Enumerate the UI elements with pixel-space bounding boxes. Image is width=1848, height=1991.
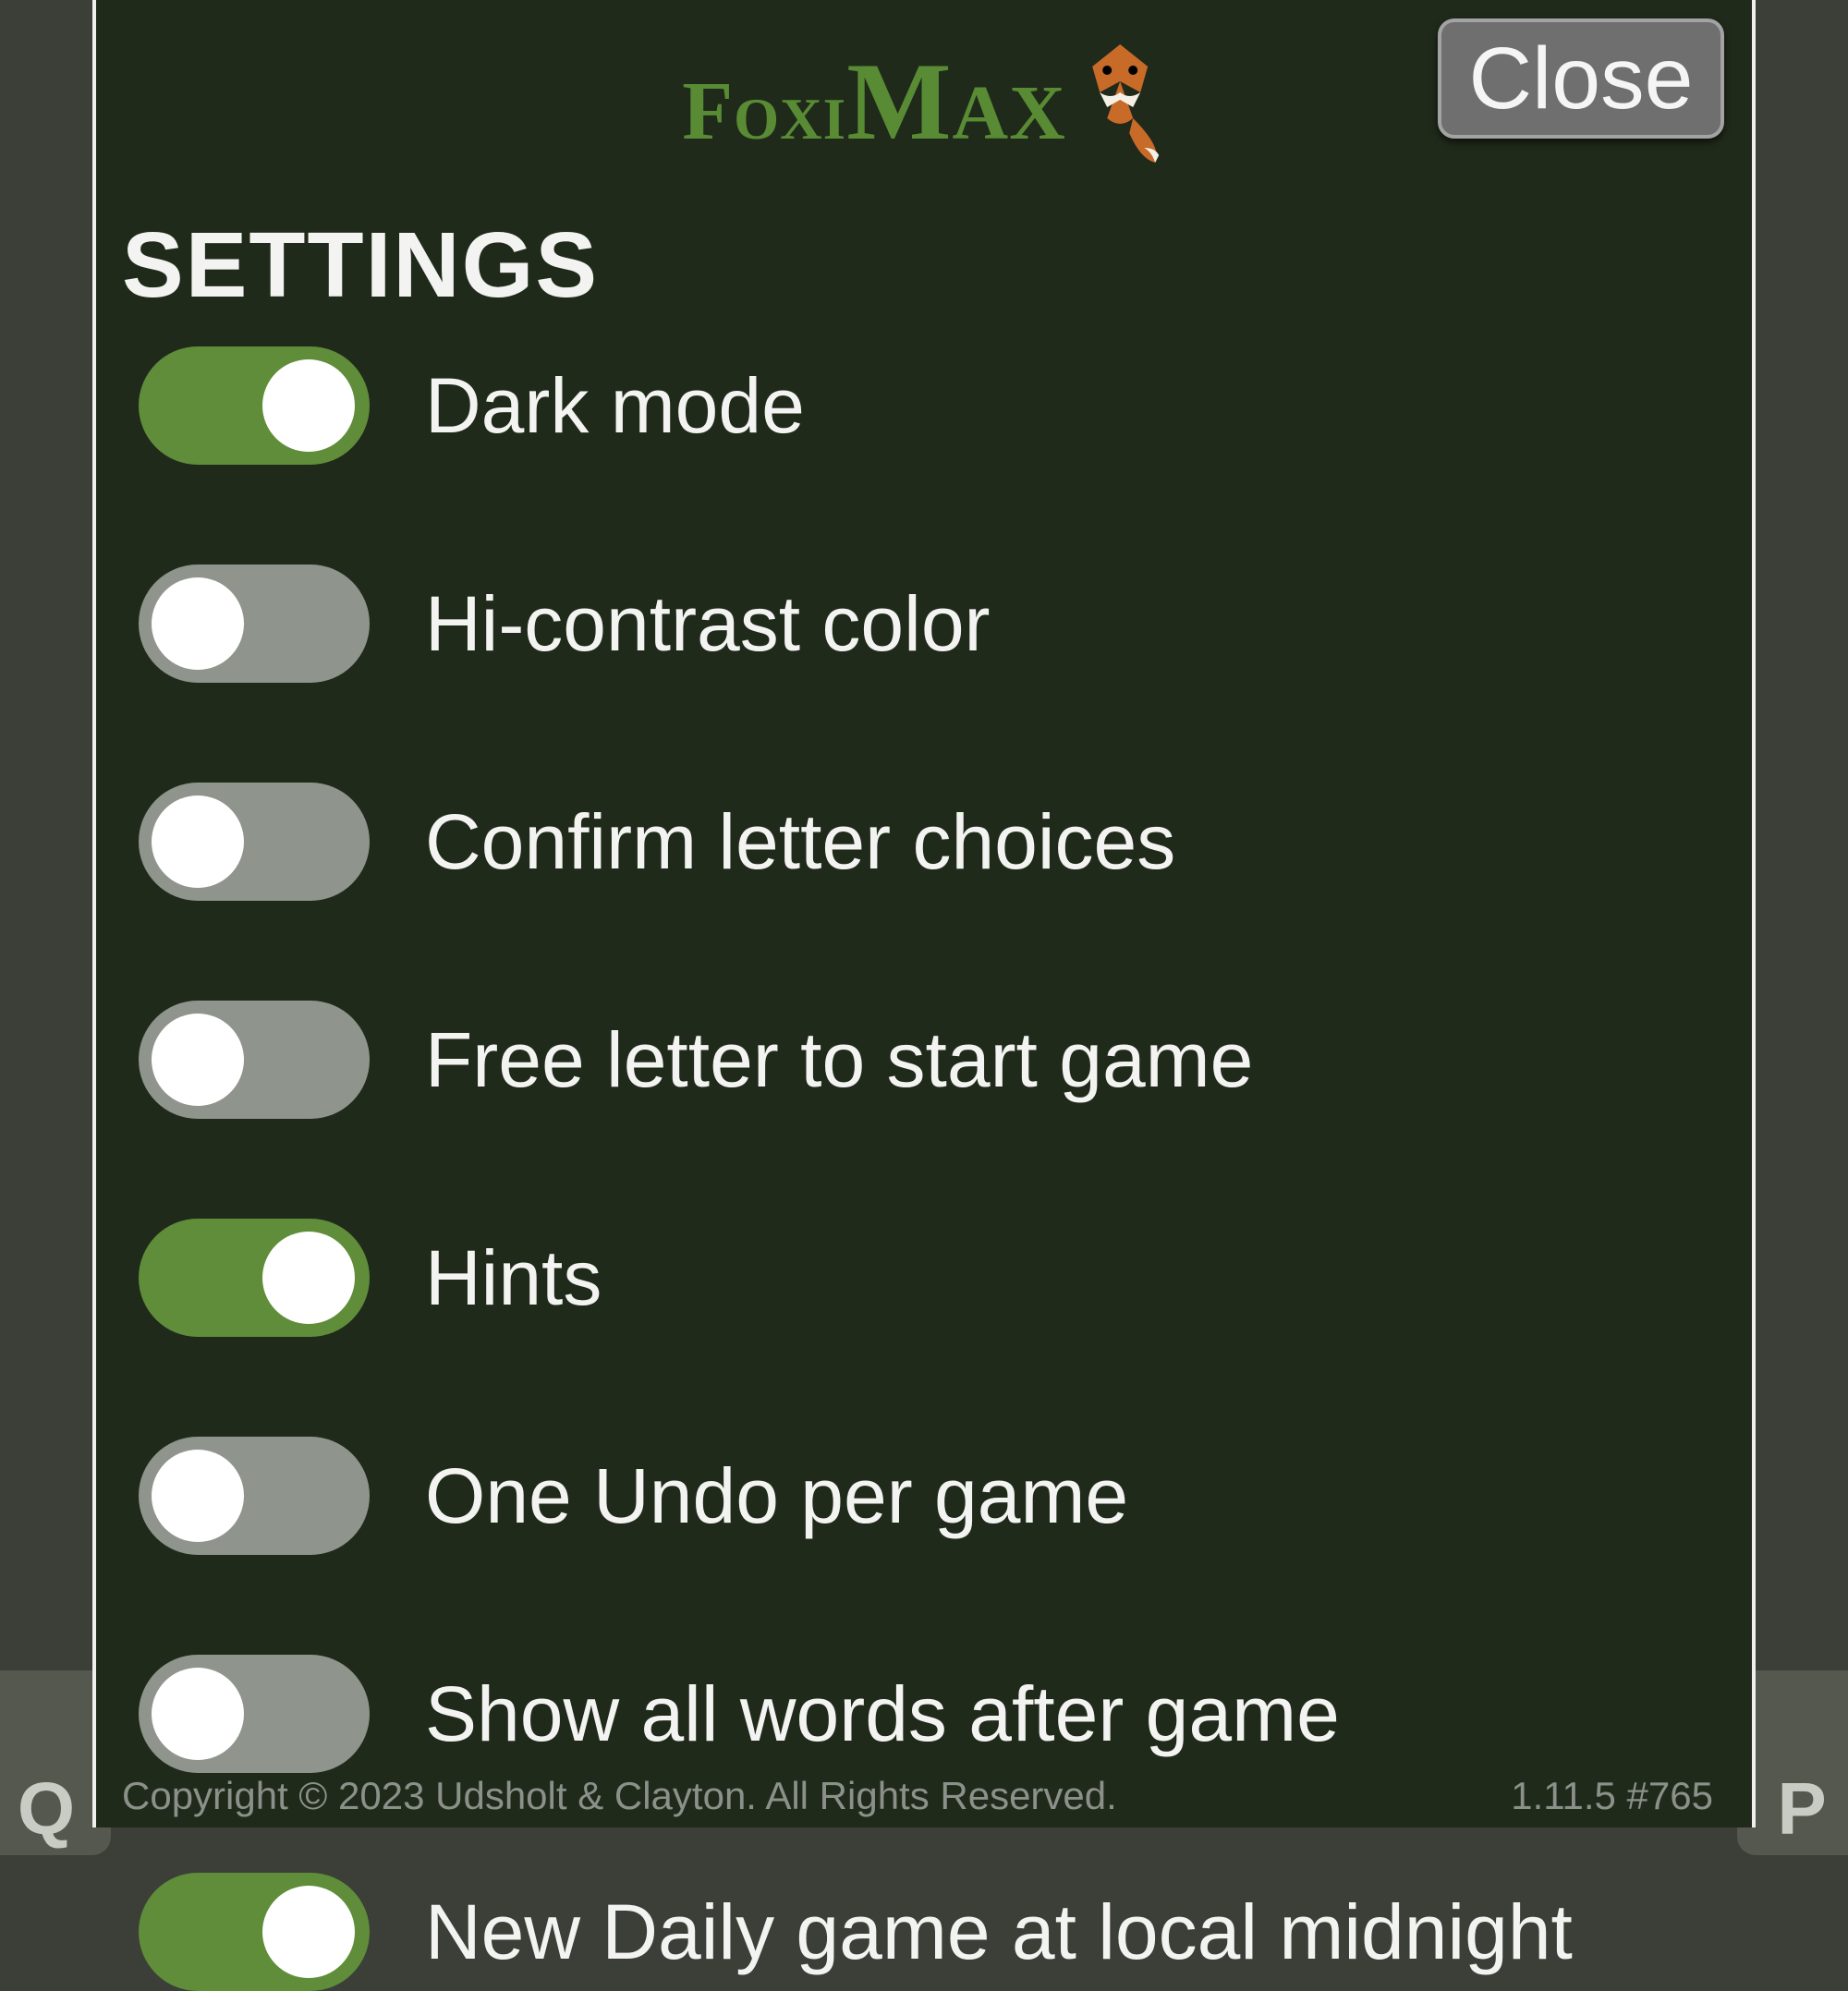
footer: Copyright © 2023 Udsholt & Clayton. All … bbox=[96, 1774, 1752, 1818]
toggle-row-hi-contrast: Hi-contrast color bbox=[139, 565, 1752, 683]
app-logo-text-pre: Foxi bbox=[682, 66, 846, 157]
toggle-knob bbox=[262, 359, 355, 452]
app-logo-text: FoxiMax bbox=[682, 38, 1066, 165]
toggle-hints[interactable] bbox=[139, 1219, 370, 1337]
toggle-label-one-undo: One Undo per game bbox=[425, 1451, 1128, 1541]
toggle-label-daily-midnight: New Daily game at local midnight bbox=[425, 1888, 1573, 1977]
copyright-text: Copyright © 2023 Udsholt & Clayton. All … bbox=[122, 1774, 1117, 1818]
toggle-label-hi-contrast: Hi-contrast color bbox=[425, 579, 991, 669]
toggle-row-confirm-letters: Confirm letter choices bbox=[139, 783, 1752, 901]
toggle-row-free-letter: Free letter to start game bbox=[139, 1001, 1752, 1119]
page-title: SETTINGS bbox=[122, 212, 1752, 319]
toggle-knob bbox=[152, 1014, 244, 1106]
settings-panel: FoxiMax Close SETTINGS Dark mode Hi-contr… bbox=[92, 0, 1756, 1827]
toggle-dark-mode[interactable] bbox=[139, 346, 370, 465]
toggle-row-hints: Hints bbox=[139, 1219, 1752, 1337]
toggle-knob bbox=[152, 1450, 244, 1542]
close-button-label: Close bbox=[1469, 29, 1694, 129]
toggle-knob bbox=[262, 1886, 355, 1978]
toggle-label-hints: Hints bbox=[425, 1233, 602, 1323]
toggle-label-confirm-letters: Confirm letter choices bbox=[425, 797, 1175, 887]
toggle-label-dark-mode: Dark mode bbox=[425, 361, 805, 451]
toggle-hi-contrast[interactable] bbox=[139, 565, 370, 683]
toggle-list: Dark mode Hi-contrast color Confirm letter… bbox=[96, 346, 1752, 1991]
toggle-knob bbox=[152, 577, 244, 670]
toggle-show-all-words[interactable] bbox=[139, 1655, 370, 1773]
toggle-confirm-letters[interactable] bbox=[139, 783, 370, 901]
toggle-row-show-all-words: Show all words after game bbox=[139, 1655, 1752, 1773]
close-button[interactable]: Close bbox=[1438, 18, 1724, 139]
toggle-label-free-letter: Free letter to start game bbox=[425, 1015, 1253, 1105]
toggle-knob bbox=[152, 795, 244, 888]
fox-icon bbox=[1074, 37, 1166, 166]
toggle-label-show-all-words: Show all words after game bbox=[425, 1669, 1340, 1759]
toggle-one-undo[interactable] bbox=[139, 1437, 370, 1555]
background-key-char: Q bbox=[18, 1766, 75, 1851]
app-logo: FoxiMax bbox=[682, 37, 1166, 166]
toggle-free-letter[interactable] bbox=[139, 1001, 370, 1119]
toggle-knob bbox=[262, 1232, 355, 1324]
toggle-row-daily-midnight: New Daily game at local midnight bbox=[139, 1873, 1752, 1991]
toggle-daily-midnight[interactable] bbox=[139, 1873, 370, 1991]
toggle-row-dark-mode: Dark mode bbox=[139, 346, 1752, 465]
header: FoxiMax Close bbox=[96, 0, 1752, 176]
app-logo-text-emph: Max bbox=[846, 40, 1066, 163]
version-text: 1.11.5 #765 bbox=[1511, 1774, 1713, 1818]
toggle-row-one-undo: One Undo per game bbox=[139, 1437, 1752, 1555]
toggle-knob bbox=[152, 1668, 244, 1760]
background-key-char: P bbox=[1777, 1766, 1826, 1851]
